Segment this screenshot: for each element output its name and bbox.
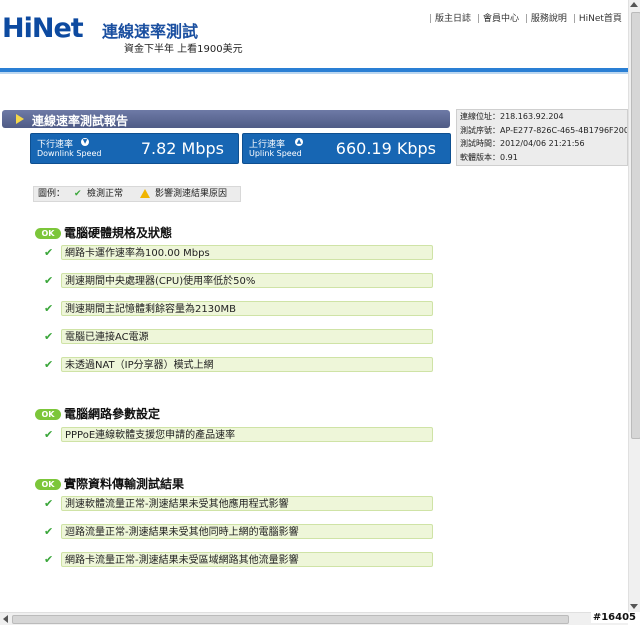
ok-badge: OK xyxy=(35,228,61,239)
nav-member[interactable]: 會員中心 xyxy=(483,14,519,24)
watermark-text: #16405 xyxy=(590,612,638,623)
downlink-speed-box: 下行速率 ▼ Downlink Speed 7.82 Mbps xyxy=(30,133,239,164)
list-item: 未透過NAT（IP分享器）模式上網 xyxy=(61,357,433,372)
slogan-text: 資金下半年 上看1900美元 xyxy=(124,44,243,55)
logo-text: HiNet xyxy=(2,13,84,44)
check-icon: ✔ xyxy=(74,189,82,199)
scroll-left-icon[interactable] xyxy=(3,615,8,623)
section-title-hardware: 電腦硬體規格及狀態 xyxy=(64,226,173,240)
check-icon: ✔ xyxy=(44,525,54,538)
list-item: 網路卡運作速率為100.00 Mbps xyxy=(61,245,433,260)
hinet-logo[interactable]: HiNet xyxy=(2,13,84,44)
triangle-arrow-icon xyxy=(16,114,24,124)
ok-badge: OK xyxy=(35,479,61,490)
horizontal-scrollbar[interactable] xyxy=(0,612,628,625)
page-title: 連線速率測試 xyxy=(102,22,199,41)
list-item: PPPoE連線軟體支援您申請的產品速率 xyxy=(61,427,433,442)
report-title-bar: 連線速率測試報告 xyxy=(2,110,450,128)
header-divider-light xyxy=(0,72,628,74)
info-serial: 測試序號：AP-E277-826C-465-4B1796F200 xyxy=(460,125,628,135)
list-item: 測速期間主記憶體剩餘容量為2130MB xyxy=(61,301,433,316)
uplink-speed-box: 上行速率 ▲ Uplink Speed 660.19 Kbps xyxy=(242,133,451,164)
downlink-label-en: Downlink Speed xyxy=(37,149,102,158)
info-version: 軟體版本：0.91 xyxy=(460,152,518,162)
legend-normal: 檢測正常 xyxy=(87,189,124,199)
info-ip: 連線位址：218.163.92.204 xyxy=(460,112,564,121)
scroll-down-icon[interactable] xyxy=(630,604,638,609)
check-icon: ✔ xyxy=(44,246,54,259)
check-icon: ✔ xyxy=(44,428,54,441)
check-icon: ✔ xyxy=(44,302,54,315)
test-info-panel: 連線位址：218.163.92.204 測試序號：AP-E277-826C-46… xyxy=(456,109,628,166)
list-item: 電腦已連接AC電源 xyxy=(61,329,433,344)
section-title-network: 電腦網路參數設定 xyxy=(64,407,161,421)
list-item: 迴路流量正常-測速結果未受其他同時上網的電腦影響 xyxy=(61,524,433,539)
list-item: 網路卡流量正常-測速結果未受區域網路其他流量影響 xyxy=(61,552,433,567)
horizontal-scroll-thumb[interactable] xyxy=(12,615,569,624)
nav-blog[interactable]: 版主日誌 xyxy=(435,14,471,24)
download-arrow-icon: ▼ xyxy=(81,138,89,146)
uplink-value: 660.19 Kbps xyxy=(335,139,436,158)
check-icon: ✔ xyxy=(44,497,54,510)
info-time: 測試時間：2012/04/06 21:21:56 xyxy=(460,139,585,148)
report-title: 連線速率測試報告 xyxy=(32,114,129,128)
list-item: 測速期間中央處理器(CPU)使用率低於50% xyxy=(61,273,433,288)
check-icon: ✔ xyxy=(44,358,54,371)
check-icon: ✔ xyxy=(44,274,54,287)
vertical-scrollbar[interactable] xyxy=(628,0,640,612)
nav-home[interactable]: HiNet首頁 xyxy=(579,14,622,24)
ok-badge: OK xyxy=(35,409,61,420)
vertical-scroll-thumb[interactable] xyxy=(631,12,640,439)
check-icon: ✔ xyxy=(44,330,54,343)
legend-warning: 影響測速結果原因 xyxy=(155,189,228,199)
check-icon: ✔ xyxy=(44,553,54,566)
section-title-transfer: 實際資料傳輸測試結果 xyxy=(64,477,185,491)
uplink-label-en: Uplink Speed xyxy=(249,149,302,158)
warning-icon xyxy=(140,189,150,198)
nav-help[interactable]: 服務說明 xyxy=(531,14,567,24)
scroll-up-icon[interactable] xyxy=(630,2,638,7)
downlink-value: 7.82 Mbps xyxy=(140,139,224,158)
legend-box: 圖例： ✔ 檢測正常 影響測速結果原因 xyxy=(33,186,241,202)
list-item: 測速軟體流量正常-測速結果未受其他應用程式影響 xyxy=(61,496,433,511)
legend-label: 圖例： xyxy=(38,189,66,199)
upload-arrow-icon: ▲ xyxy=(295,138,303,146)
page-header: HiNet 連線速率測試 資金下半年 上看1900美元 | 版主日誌 | 會員中心 … xyxy=(0,0,640,70)
top-navigation: |版主日誌 |會員中心 |服務說明 |HiNet首頁 |E xyxy=(426,11,640,24)
